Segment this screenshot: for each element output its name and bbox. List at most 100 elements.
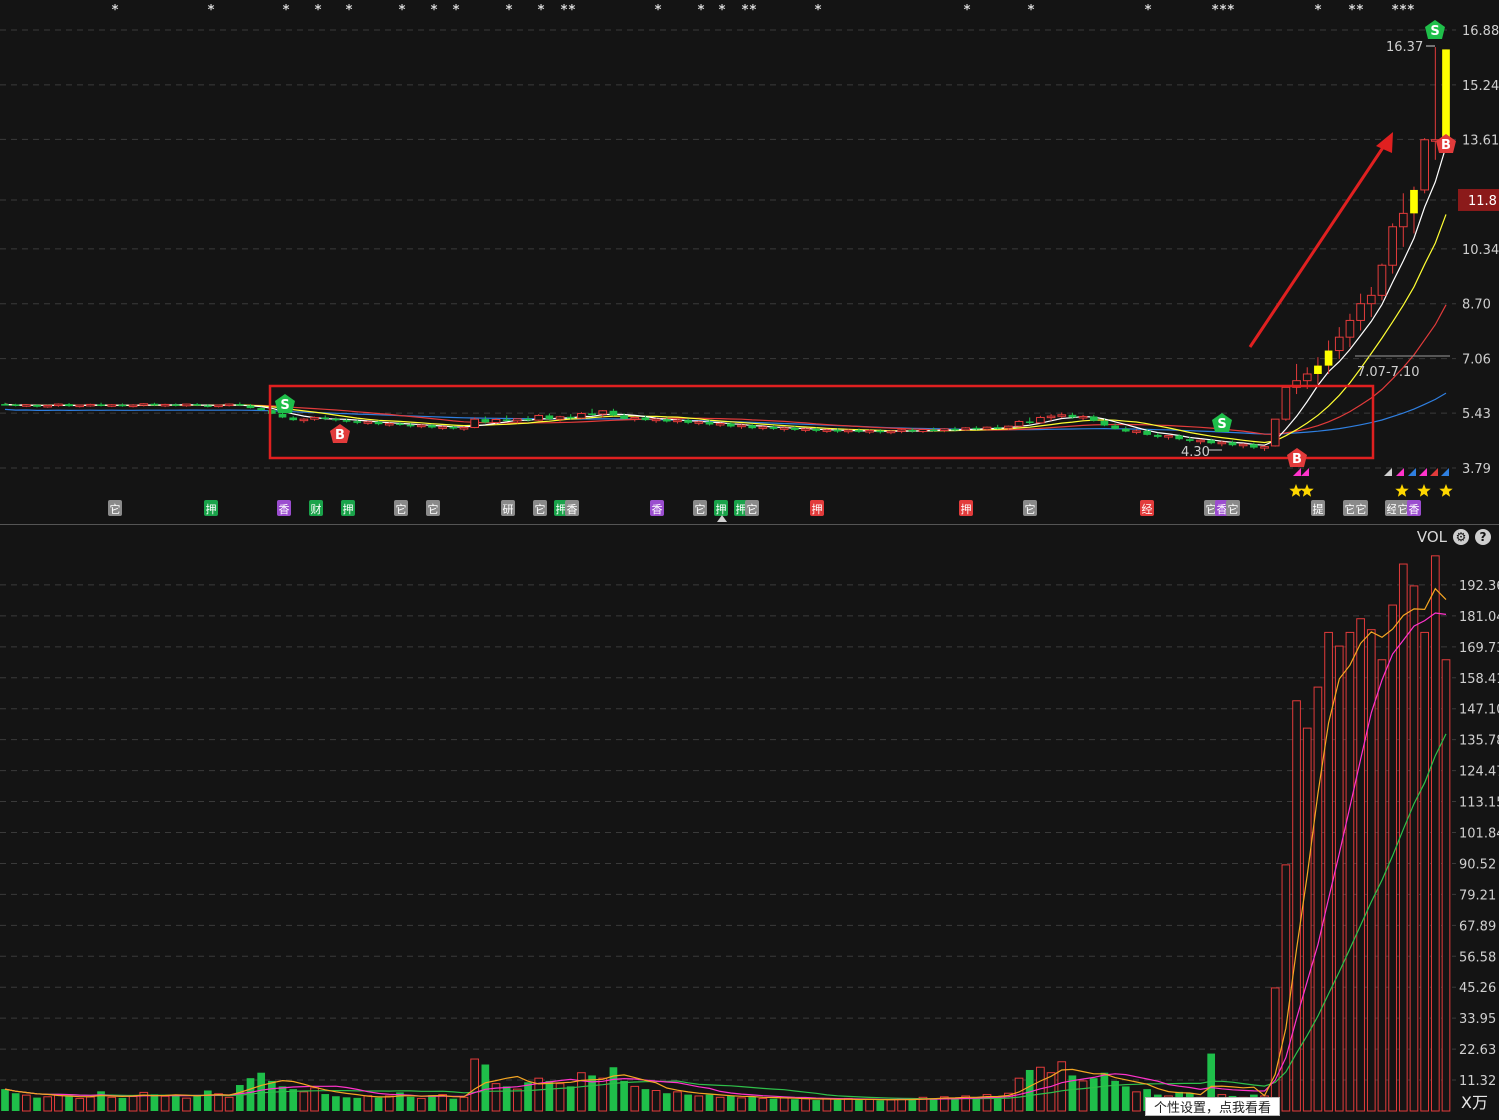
event-tag[interactable]: 押	[959, 500, 973, 516]
event-tag[interactable]: 它	[426, 500, 440, 516]
candle-body	[1302, 373, 1312, 382]
candle-body	[758, 426, 768, 429]
volume-bar	[1270, 987, 1280, 1112]
star-mark: *	[314, 3, 322, 18]
svg-text:押: 押	[812, 502, 823, 516]
candle-body	[118, 404, 127, 407]
candle-body	[1228, 442, 1237, 446]
star-mark: *	[111, 3, 119, 18]
vol-ma20-line	[4, 733, 1447, 1100]
star-mark: *	[1144, 3, 1152, 18]
candle-body	[150, 403, 159, 406]
volume-bar	[470, 1058, 480, 1112]
candle-body	[705, 421, 714, 425]
event-tag[interactable]: 财	[309, 500, 323, 516]
star-mark: **	[741, 3, 757, 18]
event-tags[interactable]: 它押香财押它它研它押香香它押押它押押它经它香它提它它经它香	[108, 500, 1421, 516]
svg-text:研: 研	[503, 503, 514, 516]
candle-body	[555, 416, 565, 420]
star-mark: *	[814, 3, 822, 18]
event-tag[interactable]: 提	[1311, 500, 1325, 516]
volume-tick-label: 11.32	[1459, 1074, 1496, 1089]
candle-body	[321, 417, 330, 419]
indicator-name[interactable]: VOL	[1417, 528, 1447, 546]
candle-body	[1004, 425, 1013, 429]
candle-body	[1, 404, 9, 406]
candle-body	[224, 403, 234, 407]
sell-signal-icon[interactable]: S	[1212, 413, 1232, 432]
help-icon[interactable]: ?	[1475, 529, 1491, 545]
event-tag[interactable]: 它	[108, 500, 122, 516]
candle-body	[779, 427, 789, 430]
event-tag[interactable]: 香	[1407, 500, 1421, 516]
event-tag[interactable]: 押	[714, 500, 728, 516]
current-price-label: 11.8	[1468, 194, 1497, 209]
event-tag[interactable]: 押	[341, 500, 355, 516]
event-tag[interactable]: 押	[204, 500, 218, 516]
volume-bar	[726, 1095, 735, 1111]
event-tag[interactable]: 研	[501, 500, 515, 516]
svg-text:经: 经	[1387, 503, 1398, 516]
buy-signal-icon[interactable]: B	[1287, 448, 1307, 467]
svg-text:它: 它	[747, 502, 758, 516]
candle-body	[876, 430, 885, 433]
volume-bar	[86, 1096, 95, 1112]
settings-tooltip[interactable]: 个性设置，点我看看	[1145, 1097, 1281, 1116]
volume-tick-label: 147.10	[1459, 703, 1499, 718]
svg-text:S: S	[280, 398, 289, 413]
volume-bar	[1388, 604, 1397, 1112]
candle-body	[1217, 441, 1227, 445]
candle-body	[609, 410, 618, 416]
sell-signal-icon[interactable]: S	[275, 394, 295, 413]
event-tag[interactable]: 它	[1023, 500, 1037, 516]
event-tag[interactable]: 它	[693, 500, 707, 516]
candle-body	[918, 429, 928, 433]
kline-chart[interactable]: SBSBSB 它押香财押它它研它押香香它押押它押押它经它香它提它它经它香 * * *…	[0, 0, 1499, 1116]
event-tag[interactable]: 它	[745, 500, 759, 516]
candle-body	[737, 424, 746, 428]
svg-text:它: 它	[110, 502, 121, 516]
range-label: 7.07-7.10	[1357, 365, 1420, 380]
event-tag[interactable]: 它	[533, 500, 547, 516]
event-tag[interactable]: 它	[394, 500, 408, 516]
grid-lines	[0, 29, 1456, 1081]
event-tag[interactable]: 它	[1354, 500, 1368, 516]
event-tag[interactable]: 香	[565, 500, 579, 516]
event-tag[interactable]: 香	[650, 500, 664, 516]
svg-text:押: 押	[206, 502, 217, 516]
event-tag[interactable]: 经	[1140, 500, 1154, 516]
event-tag[interactable]: 香	[277, 500, 291, 516]
volume-bar	[598, 1077, 608, 1112]
volume-unit: X万	[1461, 1093, 1488, 1112]
buy-signal-icon[interactable]: B	[330, 424, 350, 443]
volume-bar	[886, 1099, 896, 1112]
sell-signal-icon[interactable]: S	[1425, 20, 1445, 39]
volume-bar	[1430, 555, 1440, 1112]
candle-body	[1366, 294, 1376, 305]
settings-gear-icon[interactable]: ⚙	[1453, 529, 1469, 545]
volume-bars[interactable]	[1, 555, 1451, 1112]
volume-bar	[65, 1095, 73, 1111]
volume-bar	[951, 1097, 959, 1111]
volume-bar	[812, 1100, 821, 1111]
event-tag[interactable]: 押	[810, 500, 824, 516]
star-mark: *	[697, 3, 705, 18]
svg-text:它: 它	[1345, 502, 1356, 516]
flag-marker	[1430, 468, 1438, 476]
candle-body	[1281, 386, 1291, 420]
candle-body	[588, 413, 596, 415]
volume-bar	[545, 1080, 554, 1111]
star-mark: *	[963, 3, 971, 18]
volume-bar	[758, 1097, 768, 1112]
volume-bar	[801, 1098, 810, 1112]
candle-body	[566, 416, 575, 419]
candle-body	[33, 405, 41, 407]
buy-signal-icon[interactable]: B	[1436, 134, 1456, 153]
volume-bar	[289, 1089, 298, 1111]
volume-tick-label: 22.63	[1459, 1043, 1496, 1058]
event-tag[interactable]: 它	[1226, 500, 1240, 516]
flag-marker	[1293, 468, 1301, 476]
volume-bar	[332, 1096, 340, 1111]
candle-body	[1143, 430, 1151, 435]
volume-bar	[363, 1095, 373, 1112]
